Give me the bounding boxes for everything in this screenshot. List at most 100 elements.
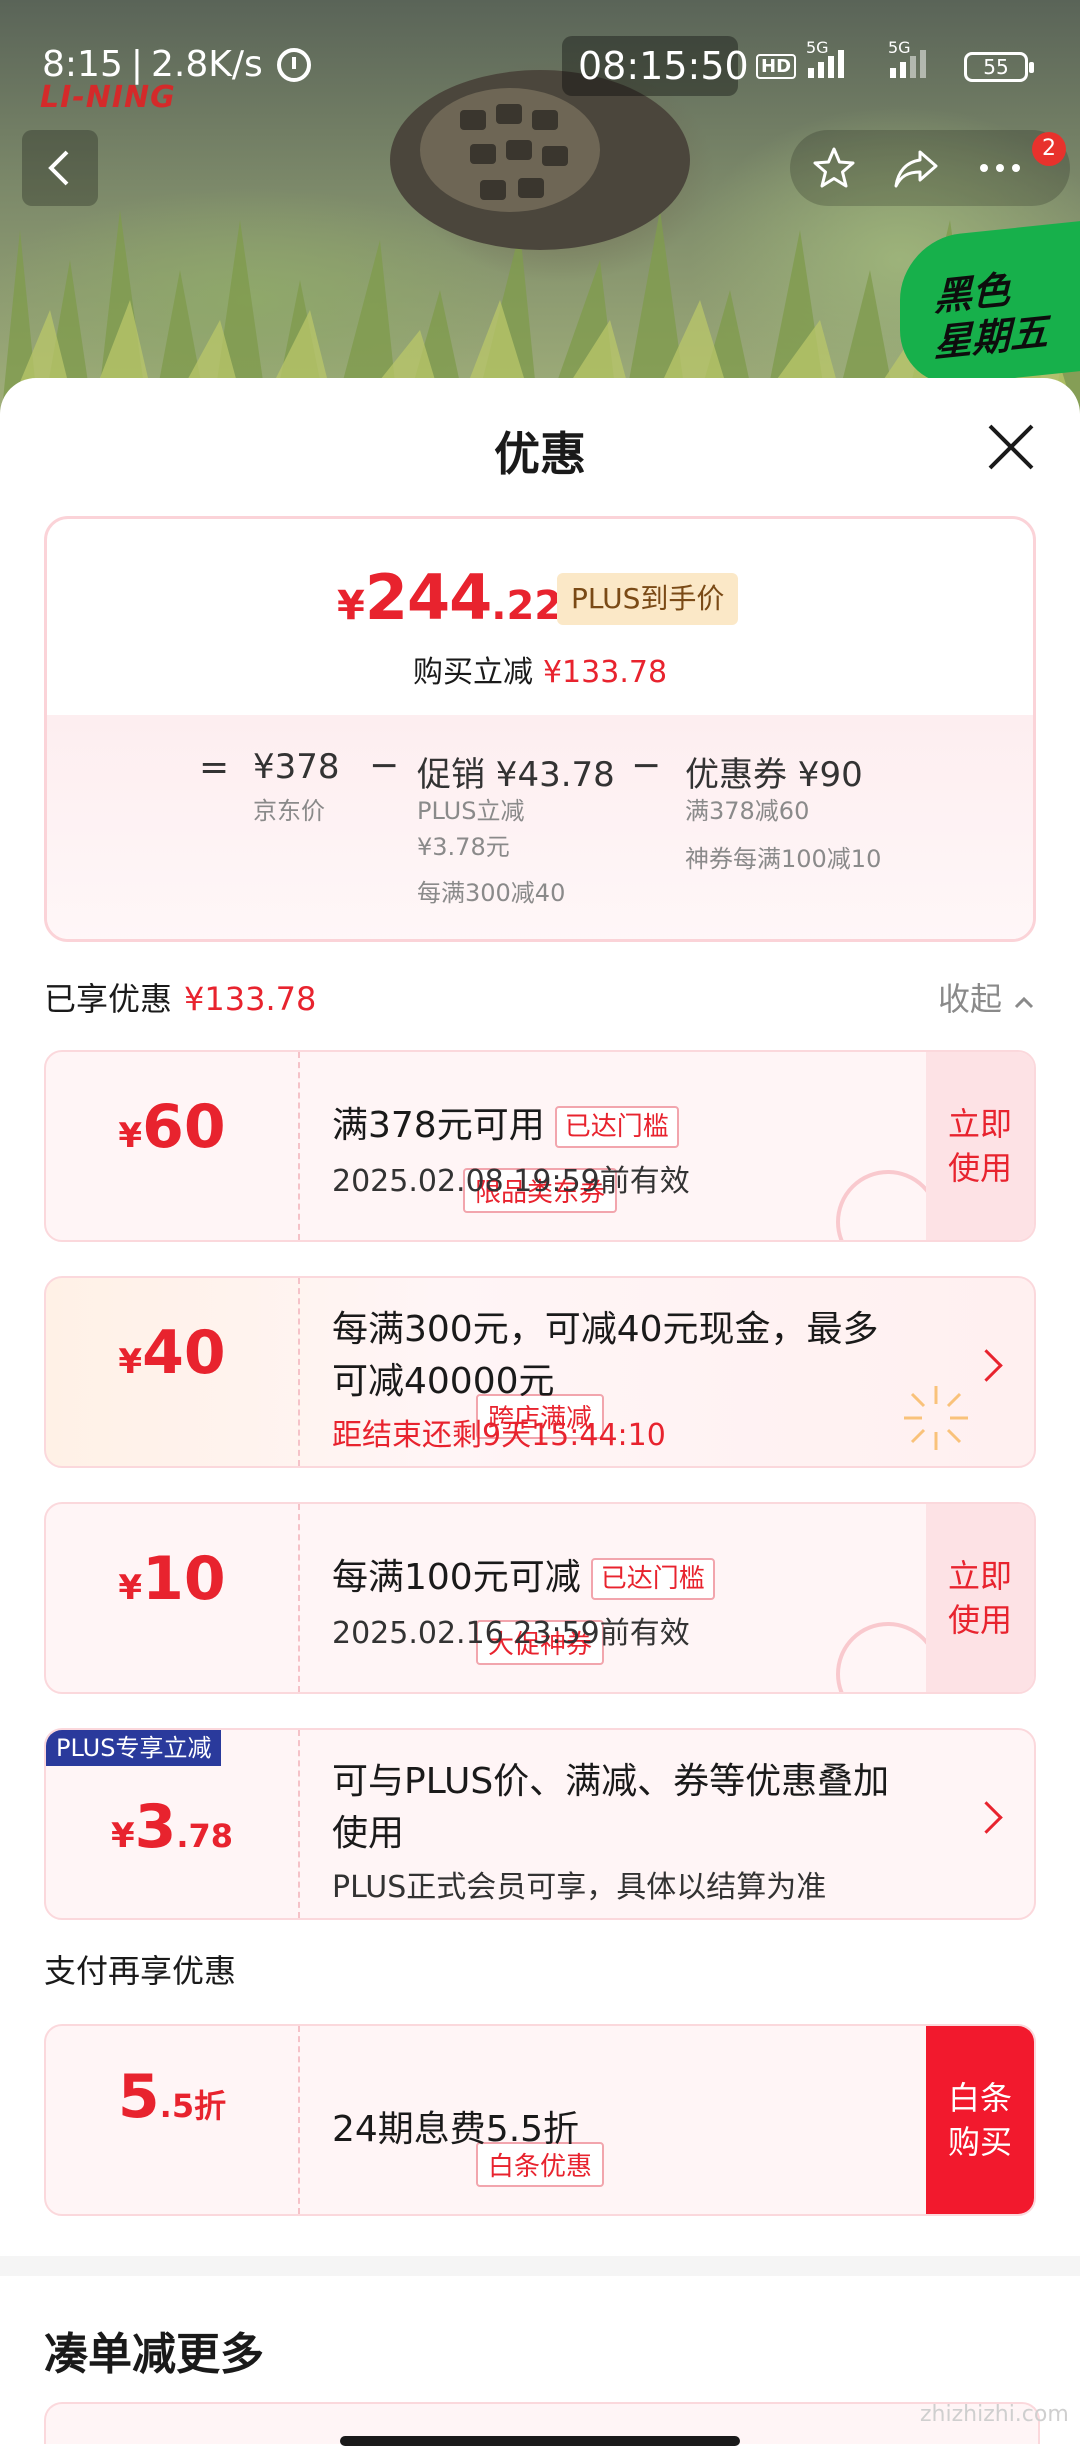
- buy-reduce-label: 购买立减: [412, 655, 533, 690]
- coupon-amount: ¥40: [46, 1318, 298, 1388]
- coupon-countdown: 距结束还剩9天15:44:10: [332, 1418, 666, 1453]
- equals-sign: =: [199, 747, 230, 788]
- buy-reduce-line: 购买立减 ¥133.78: [47, 647, 1033, 691]
- collapse-toggle[interactable]: 收起: [938, 974, 1036, 1020]
- black-friday-badge: 黑色 星期五: [900, 220, 1080, 390]
- plus-desc-line1: 可与PLUS价、满减、券等优惠叠加: [332, 1761, 890, 1802]
- battery-icon: 55: [964, 52, 1034, 82]
- alarm-icon: [276, 47, 311, 82]
- collapse-label: 收起: [938, 980, 1003, 1018]
- plus-desc-line2: 使用: [332, 1813, 405, 1854]
- coupon-condition-text: 满378元可用: [332, 1105, 545, 1146]
- baitiao-value: 5: [117, 2062, 160, 2132]
- watermark: zhizhizhi.com: [920, 2402, 1069, 2427]
- sheet-title: 优惠: [494, 427, 586, 481]
- baitiao-card[interactable]: 5.5折 白条优惠 24期息费5.5折 白条 购买: [44, 2024, 1036, 2216]
- favorite-button[interactable]: [806, 140, 862, 196]
- baitiao-value-suffix: .5折: [159, 2087, 227, 2125]
- network-type-2: 5G: [888, 38, 911, 57]
- baitiao-discount: 5.5折: [46, 2062, 298, 2132]
- promo-plus-value: ¥3.78元: [417, 833, 510, 861]
- status-left: 8:15 | 2.8K/s: [42, 44, 311, 85]
- coupon-amount: ¥10: [46, 1544, 298, 1614]
- coupon-value: 10: [142, 1544, 226, 1614]
- coupon-card-super[interactable]: ¥10 大促神券 每满100元可减 已达门槛 2025.02.16 23:59前有…: [44, 1502, 1036, 1694]
- baitiao-buy-label: 白条 购买: [947, 2079, 1012, 2161]
- close-icon[interactable]: [984, 420, 1038, 474]
- plus-note: PLUS正式会员可享，具体以结算为准: [332, 1870, 827, 1905]
- coupon-value: 40: [142, 1318, 226, 1388]
- share-icon: [894, 150, 938, 188]
- use-now-button[interactable]: 立即 使用: [926, 1504, 1034, 1692]
- use-now-label: 立即 使用: [947, 1557, 1012, 1639]
- coupon-card-cross-store[interactable]: ¥40 跨店满减 每满300元，可减40元现金，最多 可减40000元 距结束还…: [44, 1276, 1036, 1468]
- firework-decoration-icon: [904, 1386, 968, 1450]
- jd-price: ¥378: [253, 747, 340, 787]
- price-decimal: .22: [491, 583, 563, 629]
- coupon-card-jd[interactable]: ¥60 限品类东券 满378元可用 已达门槛 2025.02.08 19:59前有…: [44, 1050, 1036, 1242]
- coupon-value: 60: [142, 1092, 226, 1162]
- price-summary-card: ¥244.22 PLUS到手价 购买立减 ¥133.78 = ¥378 京东价 −…: [44, 516, 1036, 942]
- coupon-value-decimal: .78: [176, 1817, 234, 1855]
- coupon-detail-1: 满378减60: [685, 797, 810, 825]
- plus-price-tag: PLUS到手价: [557, 573, 739, 625]
- baitiao-desc: 24期息费5.5折: [332, 2109, 580, 2150]
- hd-voice-icon: HD: [756, 54, 797, 79]
- minus-sign-1: −: [369, 745, 400, 786]
- network-type-1: 5G: [806, 38, 829, 57]
- price-integer: 244: [364, 561, 492, 634]
- promo-total: 促销 ¥43.78: [417, 755, 615, 795]
- coupon-yen: ¥: [110, 1816, 135, 1856]
- coupon-condition-text: 每满100元可减: [332, 1557, 581, 1598]
- status-divider: |: [130, 44, 143, 85]
- coupon-amount: ¥3.78: [46, 1792, 298, 1862]
- more-discounts-title: 凑单减更多: [44, 2329, 264, 2380]
- home-indicator[interactable]: [340, 2436, 740, 2446]
- status-clock: 08:15:50: [578, 44, 749, 88]
- use-now-label: 立即 使用: [947, 1105, 1012, 1187]
- status-time: 8:15: [42, 44, 123, 85]
- minus-sign-2: −: [631, 745, 662, 786]
- used-stamp: [836, 1622, 940, 1692]
- chevron-right-icon: [970, 1349, 1003, 1382]
- network-speed: 2.8K/s: [150, 44, 263, 85]
- more-dots-icon: [980, 164, 1020, 172]
- chevron-left-icon: [48, 150, 69, 186]
- coupon-condition: 满378元可用 已达门槛: [332, 1096, 679, 1148]
- chevron-up-icon: [1015, 996, 1034, 1009]
- coupon-condition: 每满100元可减 已达门槛: [332, 1548, 715, 1600]
- section-divider: [0, 2256, 1080, 2276]
- baitiao-buy-button[interactable]: 白条 购买: [926, 2026, 1034, 2214]
- coupon-yen: ¥: [118, 1342, 143, 1382]
- buy-reduce-value: ¥133.78: [542, 655, 668, 690]
- coupon-detail-2: 神券每满100减10: [685, 845, 882, 873]
- signal-icon-2: 5G: [888, 38, 926, 78]
- promo-full-reduce: 每满300减40: [417, 879, 566, 907]
- threshold-reached-badge: 已达门槛: [590, 1558, 715, 1600]
- share-button[interactable]: [888, 140, 944, 196]
- chevron-right-icon: [970, 1801, 1003, 1834]
- coupon-amount: ¥60: [46, 1092, 298, 1162]
- threshold-reached-badge: 已达门槛: [554, 1106, 679, 1148]
- final-price: ¥244.22: [337, 561, 562, 634]
- coupon-yen: ¥: [118, 1568, 143, 1608]
- coupon-value: 3: [134, 1792, 177, 1862]
- star-icon: [813, 147, 855, 188]
- used-stamp: [836, 1170, 940, 1240]
- coupon-total: 优惠券 ¥90: [685, 755, 863, 795]
- enjoyed-discount-header: 已享优惠 ¥133.78: [44, 974, 316, 1020]
- coupon-condition-line1: 每满300元，可减40元现金，最多: [332, 1309, 879, 1350]
- notification-badge: 2: [1032, 132, 1066, 166]
- more-button[interactable]: [972, 140, 1028, 196]
- enjoyed-value: ¥133.78: [184, 980, 317, 1018]
- use-now-button[interactable]: 立即 使用: [926, 1052, 1034, 1240]
- back-button[interactable]: [22, 130, 98, 206]
- coupon-condition-line2: 可减40000元: [332, 1361, 555, 1402]
- coupon-yen: ¥: [118, 1116, 143, 1156]
- coupon-expiry: 2025.02.08 19:59前有效: [332, 1164, 690, 1199]
- enjoyed-label: 已享优惠: [44, 980, 173, 1018]
- plus-exclusive-header: PLUS专享立减: [46, 1730, 222, 1766]
- plus-discount-card[interactable]: PLUS专享立减 ¥3.78 可与PLUS价、满减、券等优惠叠加 使用 PLUS…: [44, 1728, 1036, 1920]
- jd-price-label: 京东价: [253, 797, 325, 825]
- discount-sheet: 优惠 ¥244.22 PLUS到手价 购买立减 ¥133.78 = ¥378 京东…: [0, 378, 1080, 2460]
